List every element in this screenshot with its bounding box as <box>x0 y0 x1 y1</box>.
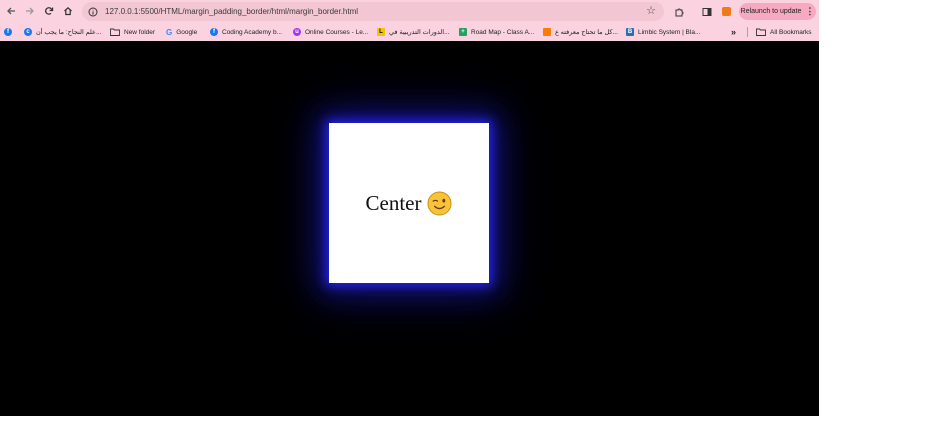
winking-face-emoji-icon <box>427 190 453 216</box>
bookmark-star-icon[interactable]: ☆ <box>646 4 656 17</box>
folder-icon <box>110 28 120 36</box>
bookmark-label: Limbic System | Bla... <box>638 28 701 36</box>
facebook-icon: f <box>210 28 218 36</box>
bookmark-label: الدورات التدريبية في... <box>389 29 450 36</box>
center-text: Center <box>365 190 422 215</box>
bookmark-label: Road Map - Class A... <box>471 28 535 36</box>
bookmark-item[interactable]: + Road Map - Class A... <box>459 26 534 38</box>
reload-icon <box>45 7 54 15</box>
site-icon <box>543 28 551 36</box>
bookmark-label: Coding Academy b... <box>222 28 282 36</box>
home-icon <box>64 6 72 16</box>
bookmark-label: كل ما تحتاج معرفته ع... <box>555 29 618 36</box>
address-bar[interactable]: 127.0.0.1:5500/HTML/margin_padding_borde… <box>82 2 664 21</box>
bookmark-item[interactable]: New folder <box>110 26 155 38</box>
back-button[interactable] <box>1 1 21 21</box>
more-bookmarks-chevron-icon[interactable]: » <box>731 26 736 38</box>
bookmark-item[interactable]: f <box>4 26 16 38</box>
menu-dots-icon: ⋮ <box>805 6 815 16</box>
url-text: 127.0.0.1:5500/HTML/margin_padding_borde… <box>105 7 359 16</box>
all-bookmarks-button[interactable]: All Bookmarks <box>756 26 812 38</box>
bookmark-item[interactable]: u Online Courses - Le... <box>293 26 368 38</box>
site-icon: B <box>626 28 634 36</box>
bookmark-icon: L <box>377 28 385 36</box>
bookmark-item[interactable]: c علم النجاح: ما يجب أن... <box>24 26 101 38</box>
bookmark-item[interactable]: G Google <box>166 26 197 38</box>
bookmark-item[interactable]: L الدورات التدريبية في... <box>377 26 449 38</box>
reload-button[interactable] <box>39 1 59 21</box>
all-bookmarks-label: All Bookmarks <box>770 28 812 36</box>
extension-icon[interactable] <box>719 3 733 20</box>
facebook-icon: c <box>24 28 32 36</box>
folder-icon <box>756 28 766 36</box>
bookmark-label: Google <box>176 28 198 36</box>
center-box: Center <box>329 123 489 283</box>
bookmark-item[interactable]: B Limbic System | Bla... <box>626 26 700 38</box>
page-content: Center <box>0 41 819 416</box>
extensions-icon[interactable] <box>672 3 686 20</box>
back-arrow-icon <box>7 7 15 15</box>
site-info-icon[interactable] <box>86 5 100 19</box>
bookmark-item[interactable]: f Coding Academy b... <box>210 26 282 38</box>
home-button[interactable] <box>58 1 78 21</box>
browser-toolbar: 127.0.0.1:5500/HTML/margin_padding_borde… <box>0 0 819 23</box>
google-icon: G <box>166 27 173 37</box>
bookmark-label: علم النجاح: ما يجب أن... <box>36 29 102 36</box>
udemy-icon: u <box>293 28 301 36</box>
relaunch-button[interactable]: Relaunch to update ⋮ <box>739 3 816 20</box>
bookmarks-bar: f c علم النجاح: ما يجب أن... New folder … <box>0 23 819 41</box>
browser-window: 127.0.0.1:5500/HTML/margin_padding_borde… <box>0 0 819 416</box>
plus-icon: + <box>459 28 467 36</box>
bookmarks-divider <box>747 27 748 37</box>
forward-button[interactable] <box>20 1 40 21</box>
bookmark-label: Online Courses - Le... <box>305 28 369 36</box>
side-panel-icon[interactable] <box>700 3 714 20</box>
forward-arrow-icon <box>26 7 34 15</box>
facebook-icon: f <box>4 28 12 36</box>
bookmark-label: New folder <box>124 28 156 36</box>
relaunch-label: Relaunch to update <box>740 8 802 15</box>
bookmark-item[interactable]: كل ما تحتاج معرفته ع... <box>543 26 618 38</box>
